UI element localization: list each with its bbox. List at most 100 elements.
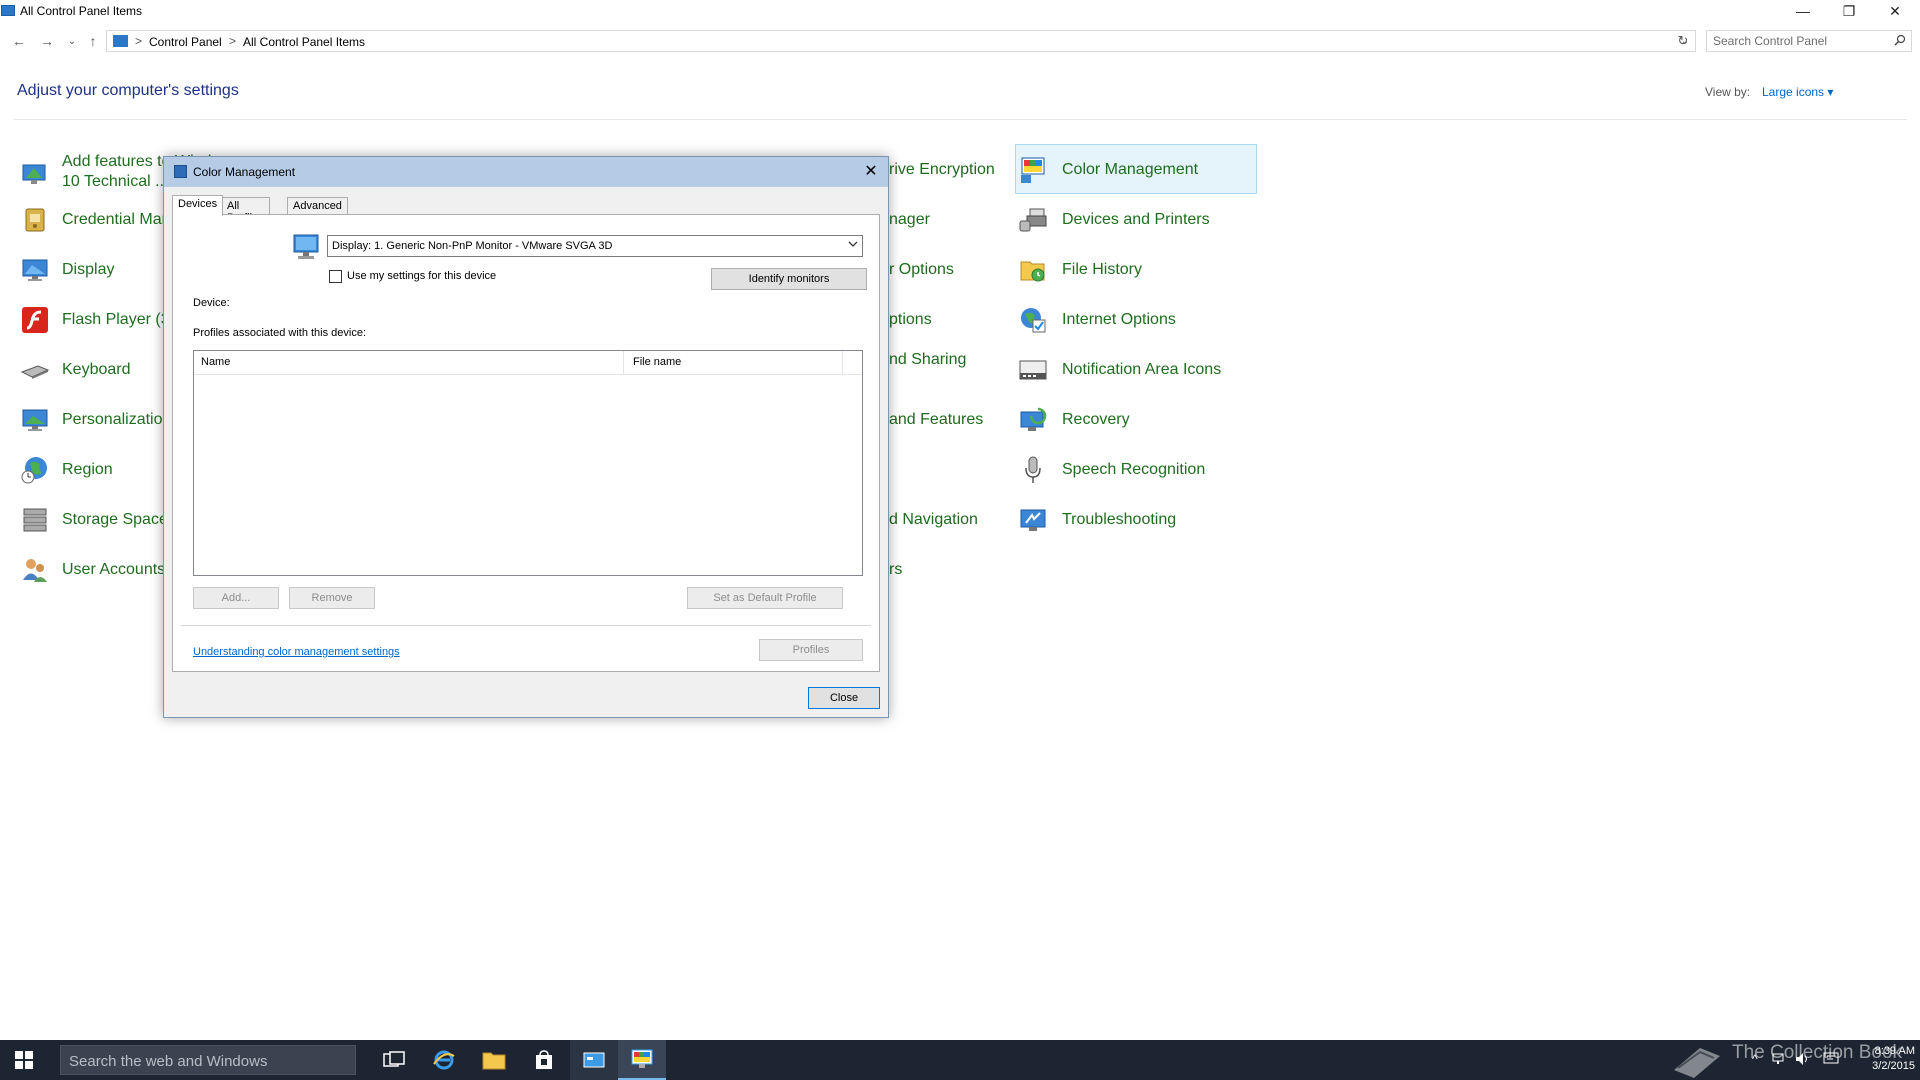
devices-tab-panel: Device: Display: 1. Generic Non-PnP Moni… xyxy=(172,214,880,672)
forward-arrow-icon[interactable]: → xyxy=(37,31,57,51)
identify-monitors-button[interactable]: Identify monitors xyxy=(711,268,867,290)
close-icon[interactable]: ✕ xyxy=(860,160,882,182)
item-device-manager[interactable]: nager xyxy=(889,202,930,238)
tab-advanced[interactable]: Advanced xyxy=(287,197,348,215)
color-management-icon xyxy=(631,1049,653,1068)
device-dropdown[interactable]: Display: 1. Generic Non-PnP Monitor - VM… xyxy=(327,235,863,257)
device-dropdown-value: Display: 1. Generic Non-PnP Monitor - VM… xyxy=(332,240,613,252)
troubleshooting-icon xyxy=(1018,505,1048,535)
taskbar-control-panel[interactable] xyxy=(570,1040,618,1080)
taskbar-search-input[interactable] xyxy=(69,1052,339,1070)
tab-all-profiles[interactable]: All Profiles xyxy=(221,197,270,224)
column-file-name[interactable]: File name xyxy=(633,356,681,368)
item-bitlocker[interactable]: rive Encryption xyxy=(889,152,995,188)
keyboard-icon xyxy=(20,355,50,385)
color-management-icon xyxy=(174,165,187,178)
search-icon[interactable] xyxy=(1894,34,1906,49)
control-panel-icon xyxy=(583,1052,605,1068)
item-label: Troubleshooting xyxy=(1062,511,1177,528)
add-features-icon xyxy=(20,160,50,190)
color-management-dialog: Color Management ✕ Devices All Profiles … xyxy=(163,156,889,718)
page-title: Adjust your computer's settings xyxy=(17,82,239,99)
notification-area-icon xyxy=(1018,355,1048,385)
set-default-profile-button[interactable]: Set as Default Profile xyxy=(687,587,843,609)
color-management-icon xyxy=(1018,155,1048,185)
volume-icon[interactable] xyxy=(1795,1052,1811,1069)
item-label: User Accounts xyxy=(62,561,166,578)
monitor-icon xyxy=(291,232,321,262)
action-center-icon[interactable] xyxy=(1823,1052,1839,1069)
understanding-color-management-link[interactable]: Understanding color management settings xyxy=(193,646,400,658)
use-my-settings-label: Use my settings for this device xyxy=(347,270,497,282)
up-arrow-icon[interactable]: ↑ xyxy=(83,31,103,51)
item-label: Recovery xyxy=(1062,411,1130,428)
search-box[interactable] xyxy=(1706,30,1912,52)
address-row: ← → ⌄ ↑ > Control Panel > All Control Pa… xyxy=(0,28,1920,54)
address-bar[interactable]: > Control Panel > All Control Panel Item… xyxy=(106,30,1696,52)
remove-profile-button[interactable]: Remove xyxy=(289,587,375,609)
back-arrow-icon[interactable]: ← xyxy=(9,31,29,51)
storage-spaces-icon xyxy=(20,505,50,535)
item-label: Internet Options xyxy=(1062,311,1176,328)
close-button[interactable]: Close xyxy=(808,687,880,709)
window-titlebar: All Control Panel Items — ❐ ✕ xyxy=(0,0,1920,22)
header-divider xyxy=(14,119,1907,120)
item-network-sharing[interactable]: nd Sharing xyxy=(889,342,966,378)
item-label: Region xyxy=(62,461,113,478)
column-separator[interactable] xyxy=(623,351,624,375)
taskbar: The Collection Book ^ 8:39 AM 3/2/2015 xyxy=(0,1040,1920,1080)
breadcrumb-separator: > xyxy=(229,34,237,48)
item-taskbar-navigation[interactable]: d Navigation xyxy=(889,502,978,538)
control-panel-icon xyxy=(1,5,15,16)
window-title: All Control Panel Items xyxy=(20,4,143,18)
display-icon xyxy=(20,255,50,285)
taskbar-clock[interactable]: 8:39 AM 3/2/2015 xyxy=(1855,1044,1915,1074)
refresh-icon[interactable]: ↻ xyxy=(1674,32,1692,50)
internet-explorer-icon xyxy=(433,1050,455,1070)
dialog-title: Color Management xyxy=(193,165,296,179)
start-button[interactable] xyxy=(0,1040,48,1080)
device-label: Device: xyxy=(193,297,230,309)
minimize-button[interactable]: — xyxy=(1780,0,1826,22)
column-separator[interactable] xyxy=(842,351,843,375)
add-profile-button[interactable]: Add... xyxy=(193,587,279,609)
taskbar-file-explorer[interactable] xyxy=(470,1040,518,1080)
task-view-icon xyxy=(383,1051,405,1067)
taskbar-store[interactable] xyxy=(520,1040,568,1080)
taskbar-color-management[interactable] xyxy=(618,1040,666,1080)
breadcrumb-separator: > xyxy=(135,34,143,48)
profiles-list[interactable]: Name File name xyxy=(193,350,863,576)
chevron-down-icon xyxy=(848,239,858,252)
region-globe-icon xyxy=(20,455,50,485)
internet-options-icon xyxy=(1018,305,1048,335)
view-by-dropdown[interactable]: Large icons ▾ xyxy=(1762,85,1833,99)
breadcrumb-control-panel[interactable]: Control Panel xyxy=(149,35,222,49)
store-bag-icon xyxy=(536,1050,552,1069)
item-windows-firewall[interactable]: rs xyxy=(889,552,902,588)
close-window-button[interactable]: ✕ xyxy=(1872,0,1918,22)
item-programs-features[interactable]: and Features xyxy=(889,402,983,438)
tab-devices[interactable]: Devices xyxy=(172,195,224,216)
personalization-icon xyxy=(20,405,50,435)
recent-locations-icon[interactable]: ⌄ xyxy=(62,31,82,51)
item-label: Keyboard xyxy=(62,361,131,378)
item-indexing-options[interactable]: ptions xyxy=(889,302,932,338)
credential-manager-icon xyxy=(20,205,50,235)
panel-divider xyxy=(181,625,871,626)
taskbar-edge-browser[interactable] xyxy=(420,1040,468,1080)
devices-printers-icon xyxy=(1018,205,1048,235)
item-folder-options[interactable]: r Options xyxy=(889,252,954,288)
use-my-settings-checkbox[interactable] xyxy=(329,270,342,283)
restore-button[interactable]: ❐ xyxy=(1826,0,1872,22)
breadcrumb-all-items[interactable]: All Control Panel Items xyxy=(243,35,365,49)
show-hidden-icons[interactable]: ^ xyxy=(1752,1052,1758,1066)
network-icon[interactable] xyxy=(1772,1052,1788,1069)
dialog-titlebar[interactable]: Color Management ✕ xyxy=(164,157,888,187)
view-by-label: View by: xyxy=(1705,85,1751,99)
taskbar-search-box[interactable] xyxy=(60,1045,356,1075)
microphone-icon xyxy=(1018,455,1048,485)
search-input[interactable] xyxy=(1713,34,1883,48)
column-name[interactable]: Name xyxy=(201,356,230,368)
task-view-button[interactable] xyxy=(370,1040,418,1080)
profiles-button[interactable]: Profiles xyxy=(759,639,863,661)
